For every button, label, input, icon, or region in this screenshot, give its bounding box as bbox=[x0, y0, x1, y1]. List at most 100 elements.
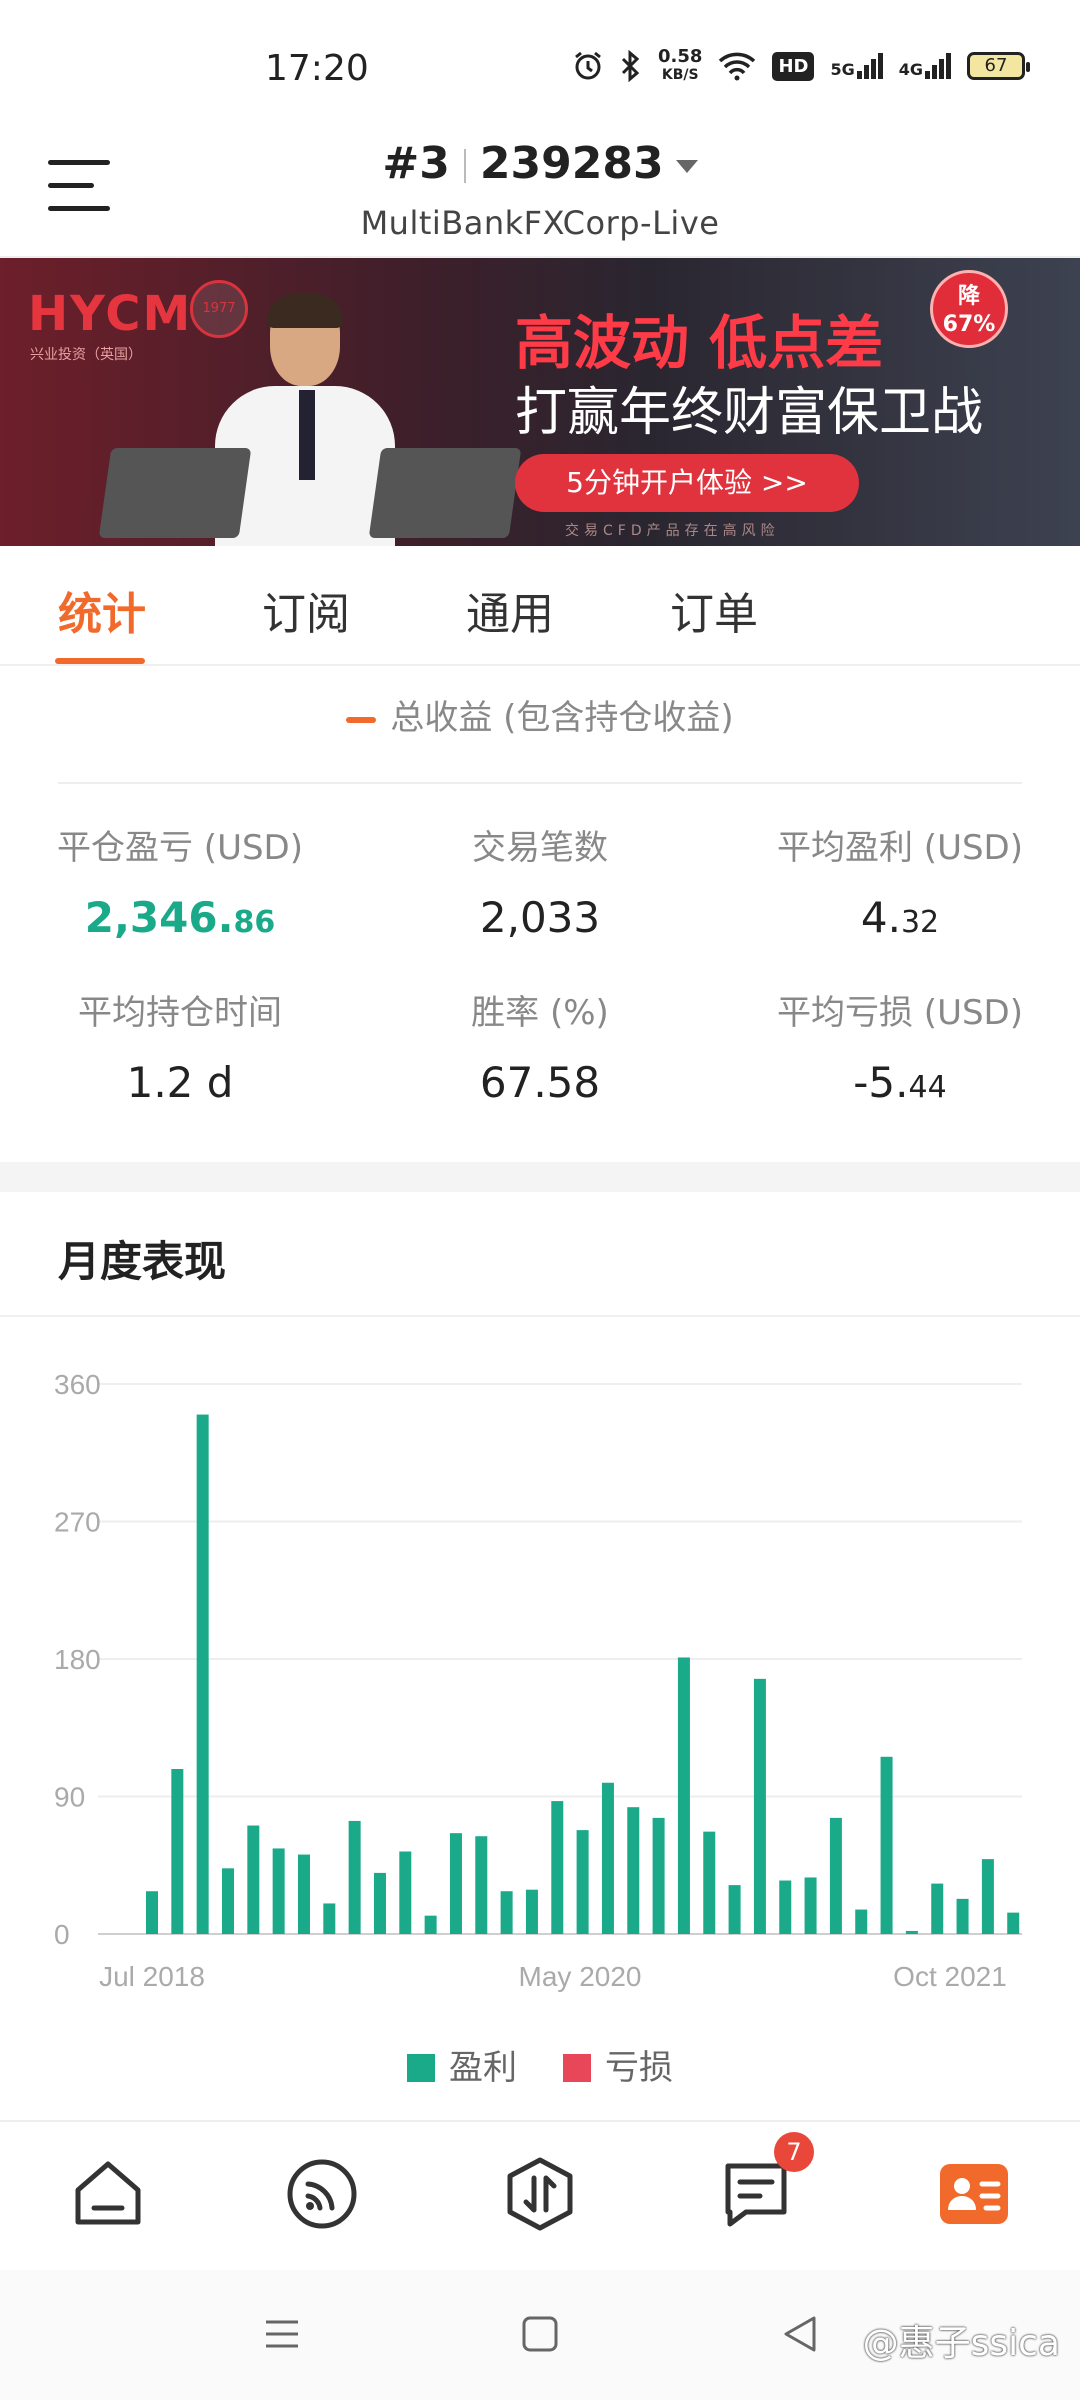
banner-logo-sub: 兴业投资（英国） bbox=[30, 347, 142, 363]
back-icon[interactable] bbox=[780, 2314, 820, 2354]
signal-4g-label: 4G bbox=[898, 60, 923, 79]
chart-bar-profit[interactable] bbox=[829, 1817, 842, 1934]
home-nav-icon[interactable] bbox=[520, 2314, 560, 2354]
chart-bar-profit[interactable] bbox=[880, 1756, 893, 1934]
profile-icon[interactable] bbox=[934, 2154, 1014, 2234]
status-time: 17:20 bbox=[265, 48, 369, 89]
stat-label: 平均持仓时间 bbox=[78, 993, 282, 1033]
divider bbox=[0, 1315, 1080, 1317]
banner-badge-line2: 67% bbox=[942, 312, 996, 337]
y-tick-label: 180 bbox=[54, 1644, 101, 1675]
chart-bar-profit[interactable] bbox=[551, 1801, 564, 1934]
chart-bar-profit[interactable] bbox=[956, 1898, 969, 1934]
stat-label: 平均盈利 (USD) bbox=[777, 828, 1023, 868]
account-separator bbox=[463, 149, 466, 183]
banner-title: 高波动 低点差 bbox=[515, 309, 884, 377]
promo-banner[interactable]: HYCM 兴业投资（英国） 1977 高波动 低点差 降 67% 打赢年终财富保卫… bbox=[0, 258, 1080, 546]
chart-bar-profit[interactable] bbox=[525, 1889, 538, 1934]
chart-bar-profit[interactable] bbox=[652, 1817, 665, 1934]
chart-bar-profit[interactable] bbox=[475, 1836, 488, 1934]
stat-closed-pnl: 平仓盈亏 (USD) 2,346.86 bbox=[0, 820, 360, 942]
signal-feed-icon[interactable] bbox=[282, 2154, 362, 2234]
account-selector[interactable]: #3 239283 bbox=[0, 138, 1080, 189]
chart-bar-profit[interactable] bbox=[221, 1868, 234, 1934]
messages-icon[interactable]: 7 bbox=[716, 2132, 814, 2234]
chart-bar-profit[interactable] bbox=[449, 1833, 462, 1934]
section-gap bbox=[0, 1162, 1080, 1192]
signal-5g-icon: 5G bbox=[830, 53, 883, 79]
status-icons: 0.58 KB/S HD 5G 4G 67 bbox=[572, 48, 1030, 84]
signal-5g-label: 5G bbox=[830, 60, 855, 79]
chart-bar-profit[interactable] bbox=[272, 1848, 285, 1934]
watermark: @惠子ssica bbox=[862, 2323, 1060, 2364]
legend-loss[interactable]: 亏损 bbox=[563, 2040, 673, 2089]
hd-badge: HD bbox=[772, 51, 815, 81]
y-tick-label: 270 bbox=[54, 1507, 101, 1538]
alarm-icon bbox=[575, 51, 601, 80]
stat-value-decimal: 44 bbox=[908, 1070, 947, 1105]
legend-profit[interactable]: 盈利 bbox=[407, 2040, 517, 2089]
chart-bar-profit[interactable] bbox=[728, 1885, 741, 1934]
stat-label: 交易笔数 bbox=[472, 828, 608, 868]
recents-icon[interactable] bbox=[262, 2314, 302, 2354]
stat-value-main: 2,033 bbox=[479, 893, 601, 942]
stat-trade-count: 交易笔数 2,033 bbox=[360, 820, 720, 942]
banner-badge: 降 67% bbox=[930, 270, 1008, 348]
chart-bar-profit[interactable] bbox=[804, 1877, 817, 1934]
chart-bar-profit[interactable] bbox=[905, 1930, 918, 1934]
bluetooth-icon bbox=[621, 50, 640, 82]
chart-bar-profit[interactable] bbox=[500, 1891, 513, 1934]
stat-value-main: -5. bbox=[853, 1058, 909, 1107]
chart-bar-profit[interactable] bbox=[297, 1854, 310, 1934]
tab-stats[interactable]: 统计 bbox=[0, 546, 204, 664]
stat-value: 2,033 bbox=[360, 893, 720, 942]
y-tick-label: 360 bbox=[54, 1369, 101, 1400]
chart-bar-profit[interactable] bbox=[855, 1909, 868, 1934]
chart-bar-profit[interactable] bbox=[399, 1851, 412, 1935]
legend-loss-swatch bbox=[563, 2054, 591, 2082]
chart-bar-profit[interactable] bbox=[196, 1414, 209, 1934]
chart-bar-profit[interactable] bbox=[424, 1915, 437, 1934]
status-bar: 17:20 0.58 KB/S HD 5G 4G 67 bbox=[0, 0, 1080, 130]
monthly-bar-chart[interactable]: 0 90 180 270 360 Jul 2018 May 2020 Oct 2021 bbox=[0, 1340, 1080, 2020]
stat-label: 平仓盈亏 (USD) bbox=[57, 828, 303, 868]
y-tick-label: 90 bbox=[54, 1782, 85, 1813]
chart-bar-profit[interactable] bbox=[627, 1807, 640, 1934]
chart-bar-profit[interactable] bbox=[703, 1831, 716, 1934]
chart-bar-profit[interactable] bbox=[931, 1883, 944, 1934]
chart-bar-profit[interactable] bbox=[601, 1782, 614, 1934]
chart-bar-profit[interactable] bbox=[146, 1891, 158, 1934]
caret-down-icon bbox=[675, 159, 698, 173]
chart-bar-profit[interactable] bbox=[779, 1880, 792, 1934]
banner-risk-note: 交易CFD产品存在高风险 bbox=[565, 523, 780, 539]
chart-bar-profit[interactable] bbox=[348, 1820, 361, 1934]
stat-label: 胜率 (%) bbox=[471, 993, 609, 1033]
chart-bar-profit[interactable] bbox=[171, 1769, 184, 1934]
tab-general[interactable]: 通用 bbox=[408, 546, 612, 664]
chart-bar-profit[interactable] bbox=[576, 1830, 589, 1934]
chart-bar-profit[interactable] bbox=[753, 1678, 766, 1934]
tab-orders[interactable]: 订单 bbox=[612, 546, 816, 664]
chart-bar-profit[interactable] bbox=[373, 1872, 386, 1934]
server-name: MultiBankFXCorp-Live bbox=[360, 204, 720, 242]
chart-bar-profit[interactable] bbox=[981, 1859, 994, 1934]
chart-bar-profit[interactable] bbox=[1007, 1912, 1020, 1934]
banner-subtitle: 打赢年终财富保卫战 bbox=[515, 383, 984, 443]
chart-bar-profit[interactable] bbox=[677, 1657, 690, 1934]
total-profit-legend[interactable]: 总收益 (包含持仓收益) bbox=[0, 690, 1080, 739]
tab-subscribe[interactable]: 订阅 bbox=[204, 546, 408, 664]
banner-cta-button[interactable]: 5分钟开户体验 >> bbox=[515, 454, 859, 512]
home-icon[interactable] bbox=[68, 2154, 148, 2234]
app-header: #3 239283 MultiBankFXCorp-Live bbox=[0, 130, 1080, 258]
chart-bar-profit[interactable] bbox=[323, 1903, 336, 1934]
chart-bar-profit[interactable] bbox=[247, 1825, 260, 1934]
wifi-icon bbox=[719, 52, 756, 81]
stat-avg-hold-time: 平均持仓时间 1.2 d bbox=[0, 985, 360, 1107]
signal-4g-icon: 4G bbox=[899, 53, 951, 79]
trade-icon[interactable] bbox=[500, 2154, 580, 2234]
monthly-title: 月度表现 bbox=[58, 1237, 227, 1286]
stat-value: 1.2 d bbox=[0, 1058, 360, 1107]
net-speed-unit: KB/S bbox=[661, 67, 699, 83]
net-speed: 0.58 KB/S bbox=[658, 48, 702, 84]
tab-bar: 统计 订阅 通用 订单 bbox=[0, 546, 1080, 666]
